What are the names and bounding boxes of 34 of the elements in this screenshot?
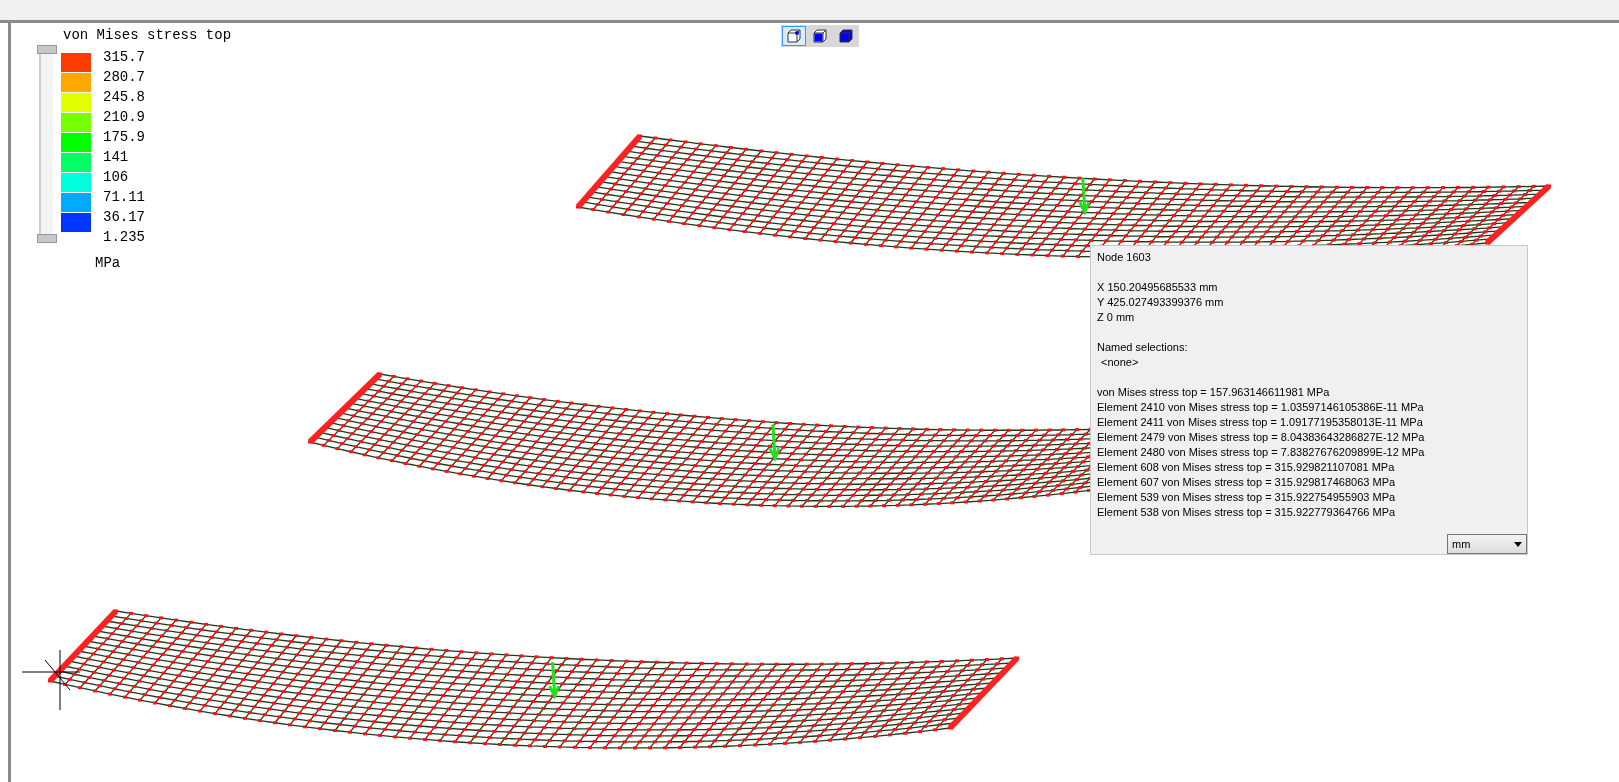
result-text: Element 539 von Mises stress top = 315.922754955903 MPa [1097, 490, 1397, 505]
legend-value: 71.11 [103, 188, 145, 207]
result-text: Element 2411 von Mises stress top = 1.09177195358013E-11 MPa [1097, 415, 1424, 430]
cube-view-icon [786, 28, 802, 44]
caret-icon [1514, 541, 1522, 547]
result-text: Element 2410 von Mises stress top = 1.03597146105386E-11 MPa [1097, 400, 1425, 415]
node-title: Node 1603 [1097, 250, 1152, 265]
legend-value: 141 [103, 148, 130, 167]
legend-value: 1.235 [103, 228, 145, 247]
legend-value: 315.7 [103, 48, 145, 67]
coordinate-text: Z 0 mm [1097, 310, 1136, 325]
result-text: Element 608 von Mises stress top = 315.929821107081 MPa [1097, 460, 1396, 475]
named-selection-text: <none> [1100, 355, 1140, 370]
legend-title: von Mises stress top [63, 27, 232, 43]
coordinate-text: X 150.20495685533 mm [1097, 280, 1219, 295]
result-text: von Mises stress top = 157.963146611981 MPa [1097, 385, 1331, 400]
legend-value: 210.9 [103, 108, 145, 127]
result-text: Element 607 von Mises stress top = 315.929817468063 MPa [1097, 475, 1397, 490]
result-text: Element 2479 von Mises stress top = 8.04383643286827E-12 MPa [1097, 430, 1426, 445]
cube-view-icon [812, 28, 828, 44]
legend-value: 245.8 [103, 88, 145, 107]
legend-value: 36.17 [103, 208, 145, 227]
view-mode-button[interactable] [782, 26, 806, 46]
legend-value: 280.7 [103, 68, 145, 87]
legend-value: 175.9 [103, 128, 145, 147]
legend-value: 106 [103, 168, 130, 187]
coordinate-text: Y 425.027493399376 mm [1097, 295, 1225, 310]
axis-triad-icon [21, 649, 81, 711]
result-text: Element 2480 von Mises stress top = 7.83827676209899E-12 MPa [1097, 445, 1426, 460]
named-selections-label: Named selections: [1097, 340, 1189, 355]
cube-view-icon [838, 28, 854, 44]
result-text: Element 538 von Mises stress top = 315.922779364766 MPa [1097, 505, 1397, 520]
unit-dropdown[interactable]: mm [1447, 534, 1527, 554]
legend-unit: MPa [95, 255, 122, 271]
